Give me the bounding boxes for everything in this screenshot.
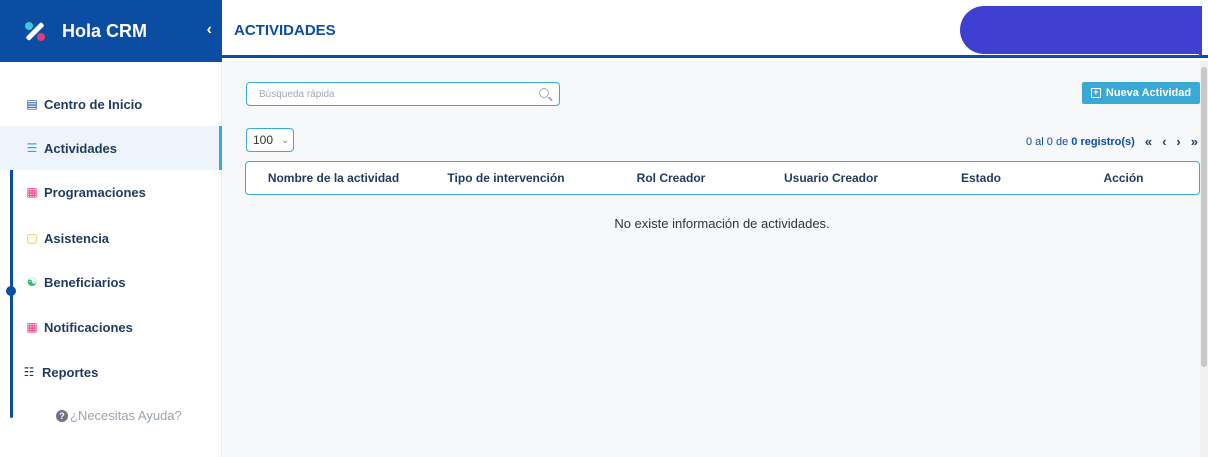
bell-icon: ▦ [26,320,38,334]
sidebar-item-label: Asistencia [44,230,110,246]
page-header: ACTIVIDADES [222,0,1208,58]
page-size-select[interactable]: 100 ⌄ [246,128,294,152]
empty-state-message: No existe información de actividades. [614,216,830,231]
sidebar-item-reportes[interactable]: ☷ Reportes [0,350,222,394]
sidebar-item-programaciones[interactable]: ▦ Programaciones [0,170,222,214]
users-icon: ☯ [26,275,38,289]
column-header[interactable]: Rol Creador [591,171,751,185]
sidebar-item-actividades[interactable]: ☰ Actividades [0,126,222,170]
help-icon: ? [56,409,68,422]
first-page-icon[interactable]: « [1145,134,1152,149]
sidebar: ▤ Centro de Inicio ☰ Actividades ▦ Progr… [0,62,222,457]
column-header[interactable]: Acción [1051,171,1196,185]
pagination: 0 al 0 de 0 registro(s) « ‹ › » [1026,134,1198,149]
sidebar-item-beneficiarios[interactable]: ☯ Beneficiarios [0,260,222,304]
page-size-value: 100 [253,133,274,147]
new-activity-button[interactable]: + Nueva Actividad [1082,82,1200,104]
help-link[interactable]: ? ¿Necesitas Ayuda? [56,408,182,423]
sidebar-item-label: Programaciones [44,184,146,200]
pagination-prefix: 0 al 0 de [1025,135,1069,148]
app-name: Hola CRM [62,20,147,41]
new-activity-label: Nueva Actividad [1105,87,1192,99]
calendar-icon: ▦ [26,185,38,199]
search-icon[interactable] [539,88,549,98]
header-user-area[interactable] [960,6,1200,54]
sidebar-item-label: Reportes [42,364,99,380]
last-page-icon[interactable]: » [1191,134,1198,149]
document-icon: ▢ [26,231,38,245]
chevron-left-icon[interactable]: ‹ [207,21,212,39]
sidebar-item-label: Actividades [44,140,117,156]
page-title: ACTIVIDADES [234,22,336,39]
help-text: ¿Necesitas Ayuda? [70,408,182,423]
list-icon: ☰ [26,141,38,155]
sidebar-item-label: Notificaciones [44,319,133,335]
table-icon: ☷ [23,365,35,379]
main-content [222,61,1208,457]
pagination-suffix: registro(s) [1080,135,1135,148]
sidebar-item-asistencia[interactable]: ▢ Asistencia [0,216,222,260]
sidebar-item-centro-de-inicio[interactable]: ▤ Centro de Inicio [0,82,222,126]
sidebar-item-label: Centro de Inicio [44,96,143,112]
home-icon: ▤ [26,97,38,111]
pagination-info: 0 al 0 de 0 registro(s) [1026,136,1135,148]
search-box[interactable] [246,82,560,106]
sidebar-item-notificaciones[interactable]: ▦ Notificaciones [0,305,222,349]
plus-square-icon: + [1090,88,1101,98]
column-header[interactable]: Tipo de intervención [421,171,591,185]
brand-bar: Hola CRM ‹ [0,0,222,62]
column-header[interactable]: Usuario Creador [751,171,911,185]
next-page-icon[interactable]: › [1176,134,1180,149]
table-header: Nombre de la actividad Tipo de intervenc… [245,161,1200,195]
column-header[interactable]: Nombre de la actividad [246,171,421,185]
pagination-count: 0 [1071,135,1078,148]
header-edge-decoration [1199,6,1202,56]
search-input[interactable] [259,88,529,100]
logo-icon [24,20,46,42]
column-header[interactable]: Estado [911,171,1051,185]
sidebar-item-label: Beneficiarios [44,274,126,290]
main-scrollbar[interactable] [1200,61,1208,457]
prev-page-icon[interactable]: ‹ [1162,134,1166,149]
chevron-down-icon: ⌄ [281,134,290,146]
